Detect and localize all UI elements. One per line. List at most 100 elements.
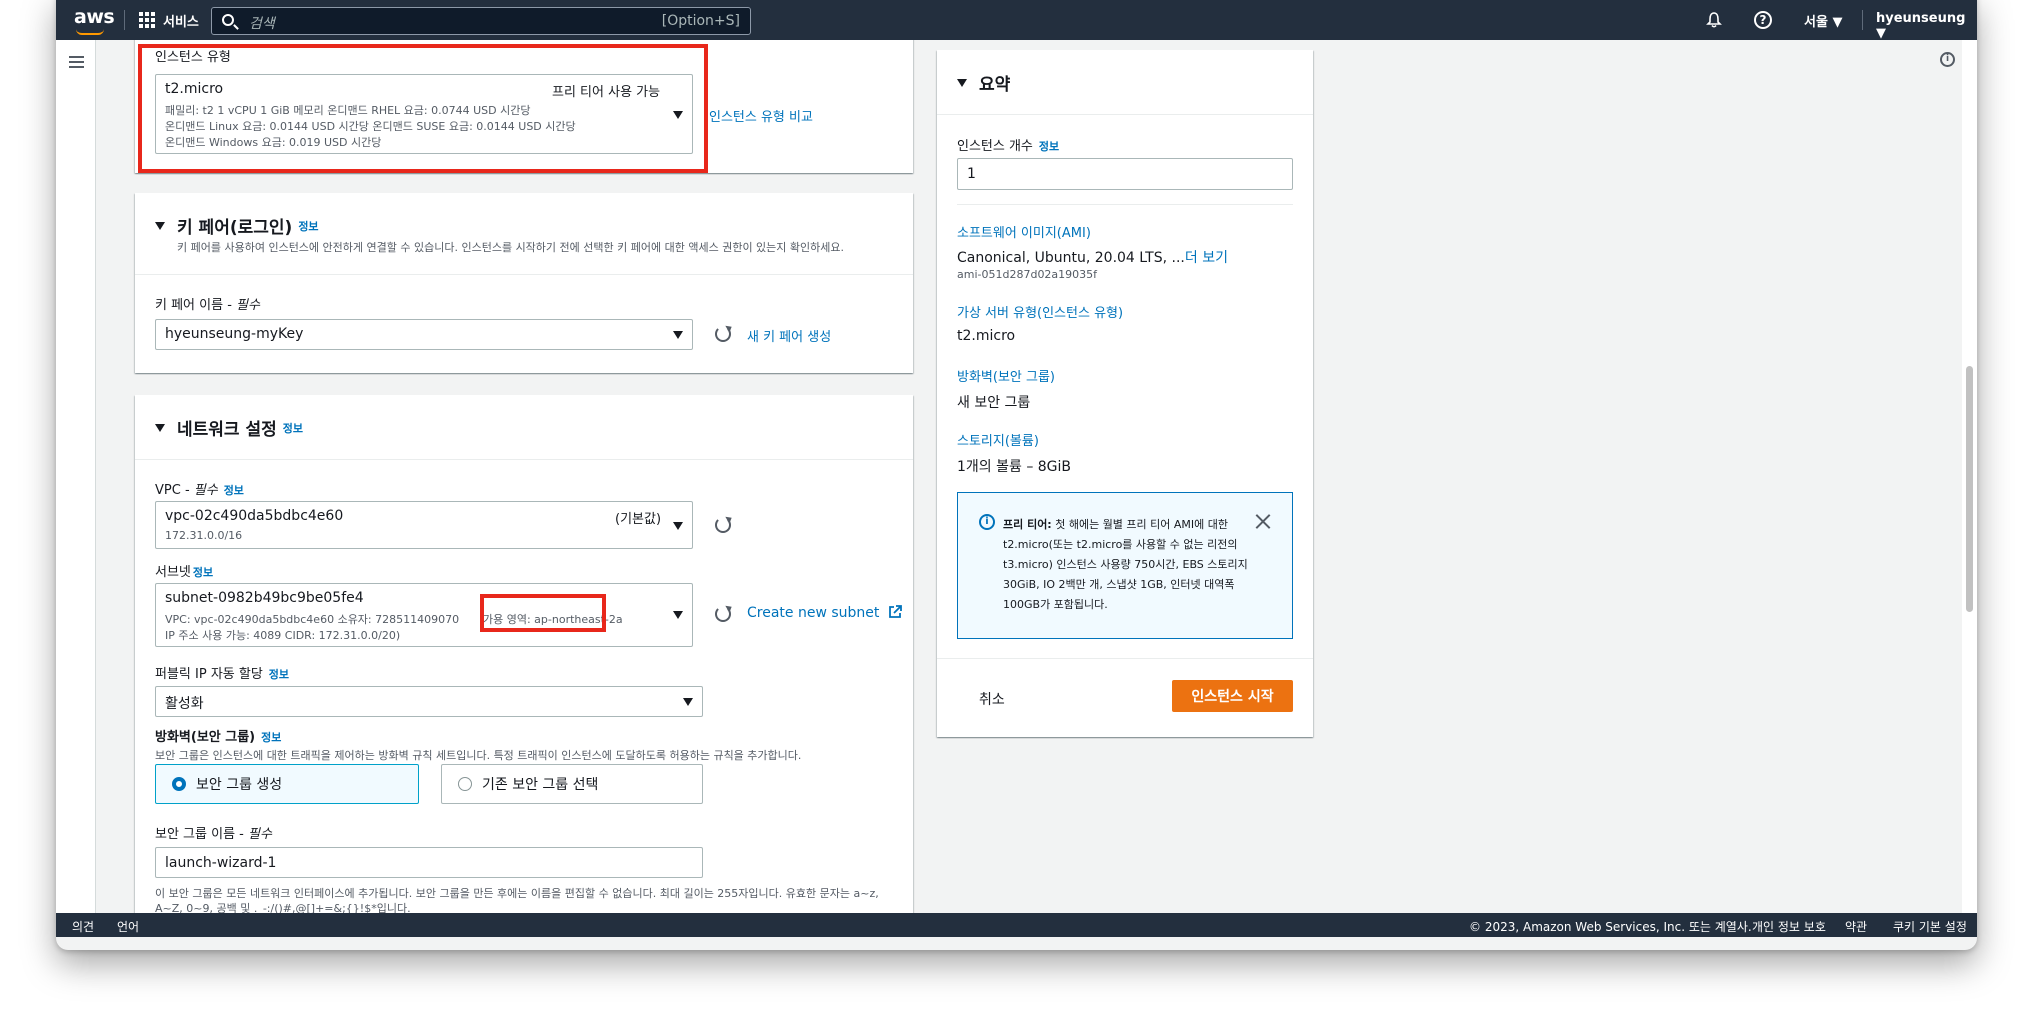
- close-icon[interactable]: [1255, 513, 1271, 529]
- caret-down-icon: [155, 221, 165, 230]
- subnet-detail: VPC: vpc-02c490da5bdbc4e60 소유자: 72851140…: [165, 613, 460, 626]
- notification-bell-icon[interactable]: [1706, 12, 1722, 28]
- subnet-value: subnet-0982b49bc9be05fe4: [165, 590, 364, 606]
- terms-link[interactable]: 약관: [1845, 918, 1867, 935]
- radio-button[interactable]: [172, 777, 186, 791]
- chevron-down-icon: [673, 522, 683, 530]
- info-link[interactable]: 정보: [1039, 140, 1059, 153]
- instance-type-link[interactable]: 가상 서버 유형(인스턴스 유형): [957, 302, 1123, 321]
- hamburger-menu-icon[interactable]: [69, 56, 84, 68]
- required-label: 필수: [247, 827, 272, 842]
- search-icon: [222, 14, 234, 26]
- security-group-name-label: 보안 그룹 이름 -: [155, 827, 248, 842]
- network-settings-header[interactable]: 네트워크 설정 정보: [155, 415, 303, 440]
- browser-window: aws 서비스 검색 [Option+S] ? 서울 ▼ hyeunseung …: [56, 0, 1977, 950]
- key-pair-select[interactable]: hyeunseung-myKey: [155, 319, 693, 350]
- services-label: 서비스: [163, 14, 199, 30]
- default-badge: (기본값): [615, 512, 662, 527]
- public-ip-value: 활성화: [165, 696, 204, 712]
- caret-down-icon: [155, 423, 165, 432]
- create-key-pair-link[interactable]: 새 키 페어 생성: [747, 326, 831, 345]
- feedback-link[interactable]: 의견: [72, 918, 94, 935]
- scrollbar[interactable]: [1962, 40, 1977, 913]
- radio-button[interactable]: [458, 777, 472, 791]
- firewall-link[interactable]: 방화벽(보안 그룹): [957, 366, 1055, 385]
- chevron-down-icon: [683, 698, 693, 706]
- summary-header[interactable]: 요약: [957, 70, 1010, 95]
- highlight-box: [480, 594, 606, 632]
- refresh-icon[interactable]: [715, 326, 731, 342]
- free-tier-text: 첫 해에는 월별 프리 티어 AMI에 대한 t2.micro(또는 t2.mi…: [1003, 518, 1248, 611]
- region-selector[interactable]: 서울 ▼: [1804, 11, 1842, 30]
- key-pair-value: hyeunseung-myKey: [165, 326, 304, 342]
- firewall-value: 새 보안 그룹: [957, 395, 1031, 411]
- subnet-select[interactable]: subnet-0982b49bc9be05fe4 VPC: vpc-02c490…: [155, 583, 693, 647]
- vpc-select[interactable]: vpc-02c490da5bdbc4e60 (기본값) 172.31.0.0/1…: [155, 501, 693, 549]
- help-icon[interactable]: ?: [1754, 11, 1772, 29]
- public-ip-label: 퍼블릭 IP 자동 할당: [155, 667, 263, 682]
- vpc-label: VPC -: [155, 483, 194, 498]
- storage-link[interactable]: 스토리지(볼륨): [957, 430, 1039, 449]
- top-navigation: aws 서비스 검색 [Option+S] ? 서울 ▼ hyeunseung …: [56, 0, 1977, 41]
- grid-icon: [139, 12, 155, 28]
- caret-down-icon: [957, 78, 967, 87]
- footer: 의견 언어 © 2023, Amazon Web Services, Inc. …: [56, 913, 1977, 937]
- info-link[interactable]: 정보: [283, 420, 303, 436]
- free-tier-title: 프리 티어:: [1003, 518, 1052, 531]
- chevron-down-icon: [673, 331, 683, 339]
- refresh-icon[interactable]: [715, 606, 731, 622]
- see-more-link[interactable]: 더 보기: [1185, 250, 1228, 266]
- info-link[interactable]: 정보: [261, 731, 281, 744]
- storage-value: 1개의 볼륨 – 8GiB: [957, 459, 1072, 475]
- info-icon: i: [979, 514, 995, 530]
- ami-link[interactable]: 소프트웨어 이미지(AMI): [957, 222, 1091, 241]
- key-pair-name-label: 키 페어 이름 -: [155, 298, 237, 313]
- compare-instance-types-link[interactable]: 인스턴스 유형 비교: [709, 106, 813, 125]
- external-link-icon: [888, 605, 902, 618]
- key-pair-title: 키 페어(로그인): [177, 218, 293, 238]
- option-label: 보안 그룹 생성: [196, 777, 283, 793]
- refresh-icon[interactable]: [715, 517, 731, 533]
- services-menu[interactable]: 서비스: [139, 8, 199, 32]
- firewall-description: 보안 그룹은 인스턴스에 대한 트래픽을 제어하는 방화벽 규칙 세트입니다. …: [155, 749, 802, 762]
- cookie-preferences-link[interactable]: 쿠키 기본 설정: [1893, 918, 1967, 935]
- free-tier-alert: i 프리 티어: 첫 해에는 월별 프리 티어 AMI에 대한 t2.micro…: [957, 492, 1293, 639]
- info-link[interactable]: 정보: [269, 668, 289, 681]
- copyright-text: © 2023, Amazon Web Services, Inc. 또는 계열사…: [1469, 920, 1752, 934]
- info-link[interactable]: 정보: [193, 566, 213, 579]
- vpc-cidr: 172.31.0.0/16: [165, 529, 243, 542]
- user-menu[interactable]: hyeunseung ▼: [1876, 11, 1977, 41]
- privacy-link[interactable]: 개인 정보 보호: [1752, 918, 1826, 935]
- info-panel-icon[interactable]: i: [1940, 52, 1955, 67]
- launch-instance-button[interactable]: 인스턴스 시작: [1172, 680, 1293, 712]
- main-content: 인스턴스 유형 t2.micro 프리 티어 사용 가능 패밀리: t2 1 v…: [97, 40, 1937, 913]
- ami-value: Canonical, Ubuntu, 20.04 LTS, ...: [957, 250, 1185, 266]
- summary-panel: 요약 인스턴스 개수 정보 1 소프트웨어 이미지(AMI) Canonical,…: [937, 50, 1313, 737]
- instance-count-label: 인스턴스 개수: [957, 139, 1033, 154]
- required-label: 필수: [193, 483, 218, 498]
- key-pair-header[interactable]: 키 페어(로그인) 정보: [155, 213, 319, 238]
- highlight-box: [138, 44, 708, 173]
- info-link[interactable]: 정보: [298, 218, 318, 234]
- security-group-name-input[interactable]: launch-wizard-1: [155, 847, 703, 878]
- create-subnet-link[interactable]: Create new subnet: [747, 605, 902, 621]
- scrollbar-thumb[interactable]: [1966, 366, 1973, 612]
- existing-security-group-option[interactable]: 기존 보안 그룹 선택: [441, 764, 703, 804]
- instance-count-input[interactable]: 1: [957, 158, 1293, 190]
- aws-logo[interactable]: aws: [74, 6, 115, 35]
- instance-count-value: 1: [967, 166, 976, 182]
- create-security-group-option[interactable]: 보안 그룹 생성: [155, 764, 419, 804]
- public-ip-select[interactable]: 활성화: [155, 686, 703, 717]
- search-shortcut: [Option+S]: [661, 13, 740, 29]
- search-input[interactable]: 검색 [Option+S]: [211, 7, 751, 35]
- cancel-button[interactable]: 취소: [979, 689, 1005, 709]
- instance-type-value: t2.micro: [957, 328, 1016, 344]
- key-pair-panel: 키 페어(로그인) 정보 키 페어를 사용하여 인스턴스에 안전하게 연결할 수…: [135, 193, 913, 373]
- subnet-detail: IP 주소 사용 가능: 4089 CIDR: 172.31.0.0/20): [165, 629, 401, 642]
- firewall-label: 방화벽(보안 그룹): [155, 730, 256, 745]
- network-settings-panel: 네트워크 설정 정보 VPC - 필수 정보 vpc-02c490da5bdbc4…: [135, 395, 913, 913]
- key-pair-description: 키 페어를 사용하여 인스턴스에 안전하게 연결할 수 있습니다. 인스턴스를 …: [177, 241, 845, 254]
- info-link[interactable]: 정보: [224, 484, 244, 497]
- language-link[interactable]: 언어: [117, 918, 139, 935]
- ami-id: ami-051d287d02a19035f: [957, 268, 1098, 281]
